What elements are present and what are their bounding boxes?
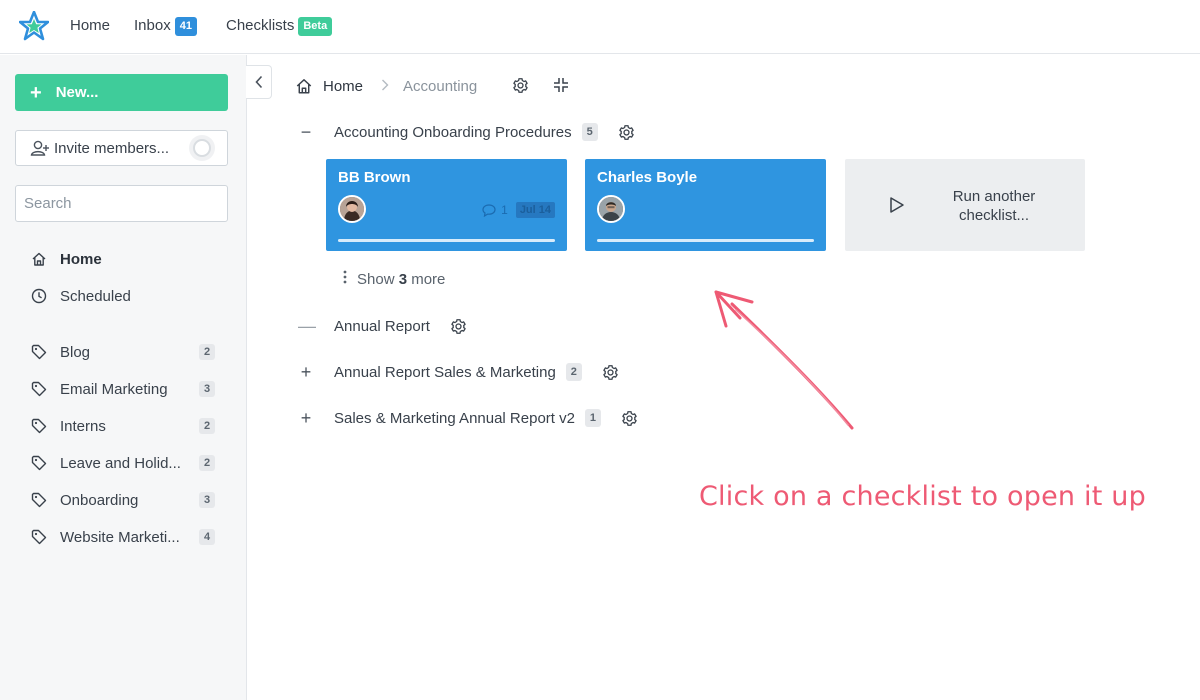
sidebar-item-scheduled[interactable]: Scheduled [30, 285, 220, 307]
group-count-badge: 1 [584, 409, 601, 427]
show-more-button[interactable]: Show 3 more [343, 270, 445, 288]
invite-members-label: Invite members... [54, 139, 170, 157]
sidebar-tag-blog[interactable]: Blog 2 [30, 341, 220, 363]
sidebar: + New... Invite members... Home Schedule… [0, 55, 247, 700]
tag-icon [30, 417, 48, 435]
beta-badge: Beta [298, 17, 333, 36]
breadcrumb-current: Accounting [403, 77, 478, 95]
home-icon [296, 79, 312, 94]
tag-count-badge: 2 [199, 418, 215, 434]
annotation-arrow-icon [714, 290, 854, 430]
collapse-group-toggle[interactable]: − [298, 122, 314, 143]
top-navigation-bar: Home Inbox 41 Checklists Beta [0, 0, 1200, 54]
annotation-text: Click on a checklist to open it up [699, 481, 1146, 512]
collapse-all-icon[interactable] [553, 77, 569, 97]
progress-bar [597, 239, 814, 242]
checklist-group-annual-report[interactable]: — Annual Report [298, 315, 467, 337]
checklist-group-sales-marketing-annual-report-v2[interactable]: + Sales & Marketing Annual Report v2 1 [298, 407, 638, 429]
card-meta: 1 Jul 14 [482, 202, 555, 218]
sidebar-tag-label: Interns [60, 417, 106, 435]
group-settings-gear-icon[interactable] [618, 124, 635, 141]
breadcrumb: Home Accounting [295, 76, 585, 96]
collapse-group-toggle[interactable]: — [298, 316, 316, 337]
checklist-card-charles-boyle[interactable]: Charles Boyle [585, 159, 826, 251]
progress-bar [338, 239, 555, 242]
checklist-card-title: Charles Boyle [597, 169, 698, 186]
plus-icon: + [30, 81, 42, 104]
inbox-count-badge: 41 [174, 17, 197, 36]
play-icon [889, 196, 905, 219]
nav-inbox-label: Inbox [134, 17, 171, 34]
checklist-card-title: BB Brown [338, 169, 411, 186]
run-another-checklist-button[interactable]: Run another checklist... [845, 159, 1085, 251]
sidebar-item-home-label: Home [60, 250, 102, 268]
sidebar-tag-leave-and-holidays[interactable]: Leave and Holid... 2 [30, 452, 220, 474]
tag-icon [30, 454, 48, 472]
nav-home[interactable]: Home [70, 16, 110, 38]
checklist-group-annual-report-sales-marketing[interactable]: + Annual Report Sales & Marketing 2 [298, 361, 619, 383]
nav-checklists[interactable]: Checklists Beta [226, 16, 333, 38]
collapse-sidebar-button[interactable] [246, 65, 272, 99]
group-title[interactable]: Sales & Marketing Annual Report v2 [334, 410, 575, 427]
expand-group-toggle[interactable]: + [298, 362, 314, 383]
nav-home-label: Home [70, 17, 111, 34]
sidebar-tag-interns[interactable]: Interns 2 [30, 415, 220, 437]
show-more-suffix: more [411, 270, 446, 288]
comment-icon [482, 203, 496, 217]
tag-count-badge: 3 [199, 492, 215, 508]
avatar [338, 195, 366, 223]
loading-ring-icon [193, 139, 211, 157]
group-title[interactable]: Annual Report Sales & Marketing [334, 364, 556, 381]
group-title[interactable]: Accounting Onboarding Procedures [334, 124, 572, 141]
sidebar-tag-website-marketing[interactable]: Website Marketi... 4 [30, 526, 220, 548]
sidebar-tag-email-marketing[interactable]: Email Marketing 3 [30, 378, 220, 400]
tag-icon [30, 528, 48, 546]
tag-icon [30, 380, 48, 398]
sidebar-tag-label: Onboarding [60, 491, 139, 509]
group-title[interactable]: Annual Report [334, 318, 430, 335]
tag-count-badge: 2 [199, 344, 215, 360]
invite-members-button[interactable]: Invite members... [15, 130, 228, 166]
checklist-group-accounting-onboarding[interactable]: − Accounting Onboarding Procedures 5 [298, 121, 635, 143]
sidebar-item-home[interactable]: Home [30, 248, 220, 270]
due-date-badge: Jul 14 [515, 202, 555, 218]
add-user-icon [30, 140, 49, 156]
avatar [597, 195, 625, 223]
show-more-count: 3 [398, 270, 408, 288]
new-button[interactable]: + New... [15, 74, 228, 111]
tag-icon [30, 491, 48, 509]
group-settings-gear-icon[interactable] [602, 364, 619, 381]
group-count-badge: 2 [565, 363, 582, 381]
sidebar-tag-label: Blog [60, 343, 91, 361]
chevron-left-icon [254, 75, 262, 89]
checklist-card-bb-brown[interactable]: BB Brown 1 Jul 14 [326, 159, 567, 251]
tag-count-badge: 2 [199, 455, 215, 471]
sidebar-tag-label: Leave and Holid... [60, 454, 181, 472]
sidebar-tag-label: Email Marketing [60, 380, 168, 398]
breadcrumb-home-link[interactable]: Home [323, 78, 363, 95]
nav-checklists-label: Checklists [226, 17, 295, 34]
folder-settings-gear-icon[interactable] [512, 77, 529, 98]
home-icon [30, 250, 48, 268]
show-more-prefix: Show [357, 270, 395, 288]
sidebar-item-scheduled-label: Scheduled [60, 287, 131, 305]
chevron-right-icon [381, 78, 389, 95]
group-settings-gear-icon[interactable] [621, 410, 638, 427]
tag-count-badge: 3 [199, 381, 215, 397]
tag-count-badge: 4 [199, 529, 215, 545]
sidebar-tag-label: Website Marketi... [60, 528, 180, 546]
tag-icon [30, 343, 48, 361]
sidebar-tag-onboarding[interactable]: Onboarding 3 [30, 489, 220, 511]
clock-icon [30, 287, 48, 305]
app-logo-icon[interactable] [19, 11, 49, 41]
group-settings-gear-icon[interactable] [450, 318, 467, 335]
vertical-dots-icon [343, 270, 347, 288]
new-button-label: New... [55, 84, 99, 101]
nav-inbox[interactable]: Inbox 41 [134, 16, 197, 38]
group-count-badge: 5 [581, 123, 598, 141]
expand-group-toggle[interactable]: + [298, 408, 314, 429]
search-input[interactable] [15, 185, 228, 222]
comment-count: 1 [501, 203, 508, 217]
run-another-label: Run another checklist... [952, 188, 1036, 224]
